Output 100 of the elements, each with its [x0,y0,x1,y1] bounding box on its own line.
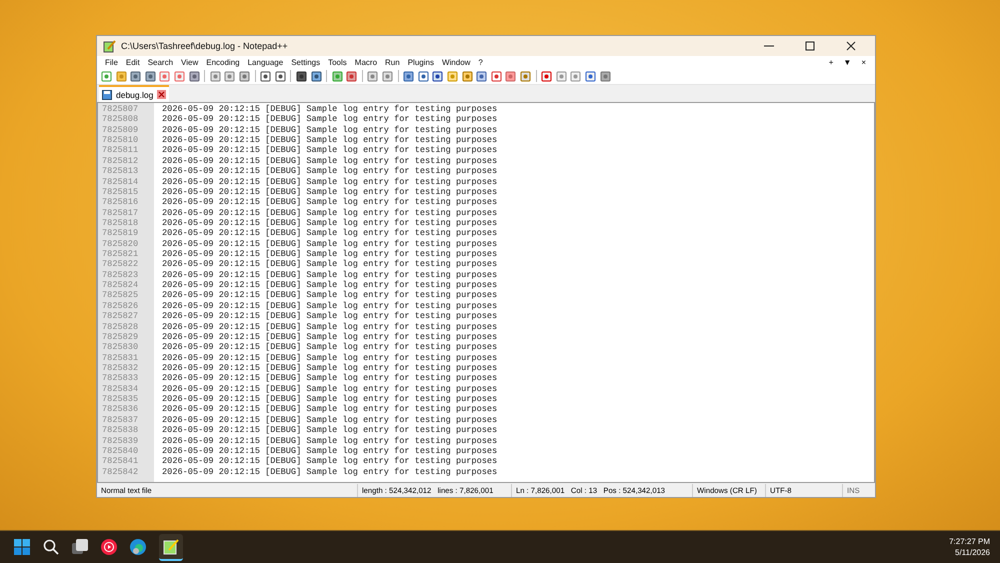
code-line: 2026-05-09 20:12:15 [DEBUG] Sample log entry for testing purposes [162,311,498,322]
line-number: 7825808 [102,114,140,125]
code-line: 2026-05-09 20:12:15 [DEBUG] Sample log entry for testing purposes [162,342,498,353]
line-number: 7825813 [102,166,140,177]
menu-item[interactable]: Window [438,58,474,66]
line-number: 7825835 [102,394,140,404]
line-number: 7825822 [102,259,140,270]
menu-item[interactable]: Language [244,58,288,66]
notepad-taskbar-button[interactable] [159,534,183,560]
line-number: 7825811 [102,145,140,156]
code-line: 2026-05-09 20:12:15 [DEBUG] Sample log entry for testing purposes [162,404,498,415]
line-number: 7825812 [102,156,140,166]
file-tab[interactable]: debug.log [99,85,170,102]
code-line: 2026-05-09 20:12:15 [DEBUG] Sample log entry for testing purposes [162,238,498,250]
line-number: 7825824 [102,280,140,290]
menu-item[interactable]: Run [381,58,404,66]
browser-icon[interactable] [130,539,146,555]
line-number: 7825820 [102,238,140,250]
code-line: 2026-05-09 20:12:15 [DEBUG] Sample log entry for testing purposes [162,384,498,394]
menu-item[interactable]: Plugins [404,58,438,66]
line-number: 7825838 [102,425,140,436]
menu-item[interactable]: File [101,58,122,66]
line-number: 7825825 [102,290,140,301]
code-line: 2026-05-09 20:12:15 [DEBUG] Sample log entry for testing purposes [162,322,498,332]
notepad-icon [103,40,116,52]
code-line: 2026-05-09 20:12:15 [DEBUG] Sample log entry for testing purposes [162,114,498,125]
code-line: 2026-05-09 20:12:15 [DEBUG] Sample log entry for testing purposes [162,135,498,146]
line-number: 7825810 [102,135,140,146]
task-view-icon[interactable] [72,539,88,555]
line-number: 7825839 [102,436,140,446]
line-number: 7825807 [102,104,140,114]
line-number: 7825833 [102,373,140,384]
menu-item[interactable]: View [177,58,202,66]
menu-control[interactable]: + [824,58,838,66]
code-line: 2026-05-09 20:12:15 [DEBUG] Sample log entry for testing purposes [162,362,498,374]
code-line: 2026-05-09 20:12:15 [DEBUG] Sample log entry for testing purposes [162,270,498,280]
line-number: 7825828 [102,322,140,332]
code-line: 2026-05-09 20:12:15 [DEBUG] Sample log entry for testing purposes [162,436,498,446]
code-line: 2026-05-09 20:12:15 [DEBUG] Sample log entry for testing purposes [162,425,498,436]
code-line: 2026-05-09 20:12:15 [DEBUG] Sample log entry for testing purposes [162,332,498,342]
line-number: 7825832 [102,362,140,374]
code-line: 2026-05-09 20:12:15 [DEBUG] Sample log entry for testing purposes [162,197,498,208]
code-line: 2026-05-09 20:12:15 [DEBUG] Sample log entry for testing purposes [162,249,498,260]
line-number: 7825834 [102,384,140,394]
code-line: 2026-05-09 20:12:15 [DEBUG] Sample log entry for testing purposes [162,228,498,239]
line-number: 7825831 [102,352,140,363]
code-line: 2026-05-09 20:12:15 [DEBUG] Sample log entry for testing purposes [162,124,498,136]
menu-item[interactable]: Encoding [202,58,244,66]
line-number: 7825840 [102,446,140,456]
line-number: 7825827 [102,311,140,322]
menu-item[interactable]: Settings [287,58,324,66]
menu-item[interactable]: Search [144,58,178,66]
code-line: 2026-05-09 20:12:15 [DEBUG] Sample log entry for testing purposes [162,300,498,312]
clock-date: 5/11/2026 [955,548,990,557]
search-icon[interactable] [43,539,59,555]
line-number: 7825837 [102,414,140,426]
code-line: 2026-05-09 20:12:15 [DEBUG] Sample log entry for testing purposes [162,446,498,456]
code-line: 2026-05-09 20:12:15 [DEBUG] Sample log entry for testing purposes [162,456,498,467]
code-line: 2026-05-09 20:12:15 [DEBUG] Sample log entry for testing purposes [162,145,498,156]
line-number: 7825823 [102,270,140,280]
code-line: 2026-05-09 20:12:15 [DEBUG] Sample log entry for testing purposes [162,466,498,477]
clock-time: 7:27:27 PM [949,537,990,546]
line-number: 7825815 [102,186,140,198]
line-number: 7825841 [102,456,140,467]
menu-item[interactable]: Tools [324,58,351,66]
line-number: 7825817 [102,208,140,218]
line-number: 7825819 [102,228,140,239]
line-number: 7825836 [102,404,140,415]
code-line: 2026-05-09 20:12:15 [DEBUG] Sample log entry for testing purposes [162,373,498,384]
code-line: 2026-05-09 20:12:15 [DEBUG] Sample log entry for testing purposes [162,280,498,290]
code-line: 2026-05-09 20:12:15 [DEBUG] Sample log entry for testing purposes [162,352,498,363]
menu-control[interactable]: ▼ [838,58,856,66]
line-number: 7825829 [102,332,140,342]
close-tab-icon[interactable] [157,90,166,99]
code-line: 2026-05-09 20:12:15 [DEBUG] Sample log entry for testing purposes [162,186,498,198]
maximize-icon[interactable] [805,41,815,51]
close-icon[interactable] [846,41,856,51]
notepad-icon [163,538,179,554]
code-line: 2026-05-09 20:12:15 [DEBUG] Sample log entry for testing purposes [162,259,498,270]
code-line: 2026-05-09 20:12:15 [DEBUG] Sample log entry for testing purposes [162,290,498,301]
menu-item[interactable]: Edit [122,58,144,66]
code-line: 2026-05-09 20:12:15 [DEBUG] Sample log entry for testing purposes [162,414,498,426]
code-line: 2026-05-09 20:12:15 [DEBUG] Sample log entry for testing purposes [162,394,498,404]
line-number: 7825818 [102,218,140,228]
menu-item[interactable]: Macro [350,58,382,66]
line-number: 7825809 [102,124,140,136]
menu-control[interactable]: × [856,58,871,66]
menu-item[interactable]: ? [474,58,487,66]
line-number: 7825842 [102,466,140,477]
code-line: 2026-05-09 20:12:15 [DEBUG] Sample log entry for testing purposes [162,176,498,187]
code-line: 2026-05-09 20:12:15 [DEBUG] Sample log entry for testing purposes [162,166,498,177]
code-line: 2026-05-09 20:12:15 [DEBUG] Sample log entry for testing purposes [162,208,498,218]
line-number: 7825826 [102,300,140,312]
code-line: 2026-05-09 20:12:15 [DEBUG] Sample log entry for testing purposes [162,218,498,228]
line-number: 7825830 [102,342,140,353]
line-number: 7825821 [102,249,140,260]
window-title: C:\Users\Tashreef\debug.log - Notepad++ [121,41,288,51]
code-line: 2026-05-09 20:12:15 [DEBUG] Sample log entry for testing purposes [162,156,498,166]
start-icon[interactable] [14,539,30,555]
line-number: 7825814 [102,176,140,187]
